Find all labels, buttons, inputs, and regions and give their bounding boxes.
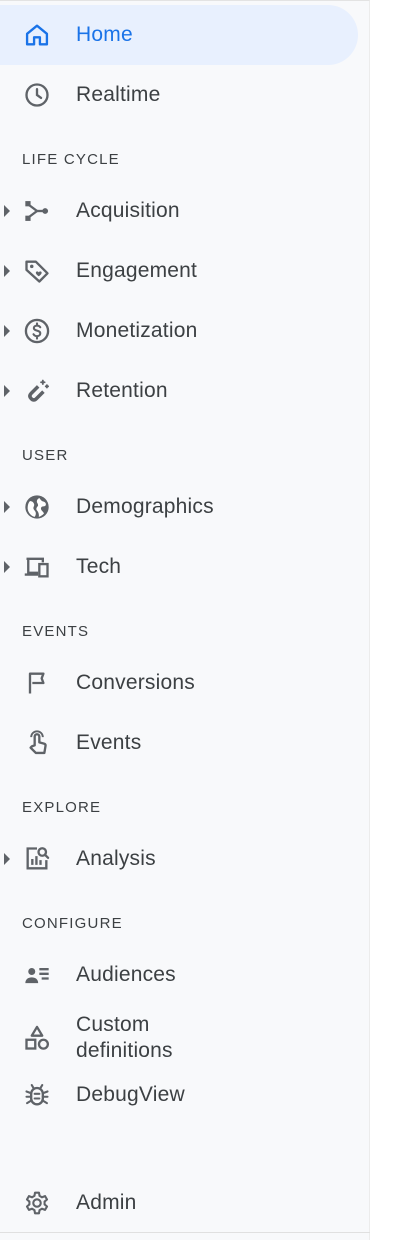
custom-label-line: Custom bbox=[76, 1013, 150, 1036]
section-header-events: EVENTS bbox=[22, 623, 90, 640]
dollar-icon bbox=[22, 316, 52, 346]
branch-icon bbox=[22, 196, 52, 226]
caret-right-icon[interactable] bbox=[4, 205, 10, 217]
nav-item-label: Engagement bbox=[76, 259, 198, 282]
audience-icon bbox=[22, 960, 52, 990]
divider bbox=[0, 1232, 370, 1233]
caret-right-icon[interactable] bbox=[4, 561, 10, 573]
home-icon bbox=[22, 20, 52, 50]
touch-icon bbox=[22, 728, 52, 758]
nav-item-label: Analysis bbox=[76, 847, 156, 870]
nav-item-label: Home bbox=[76, 23, 133, 46]
tag-icon bbox=[22, 256, 52, 286]
nav-item-label: Admin bbox=[76, 1191, 137, 1214]
gear-icon bbox=[22, 1188, 52, 1218]
caret-right-icon[interactable] bbox=[4, 265, 10, 277]
nav-item-debugview[interactable]: DebugView bbox=[0, 1065, 358, 1125]
section-header-explore: EXPLORE bbox=[22, 799, 102, 816]
nav-item-label: Retention bbox=[76, 379, 168, 402]
analysis-icon bbox=[22, 844, 52, 874]
nav-item-conversions[interactable]: Conversions bbox=[0, 653, 358, 713]
nav-item-label: Custom definitions bbox=[76, 1012, 173, 1064]
nav-item-label: Acquisition bbox=[76, 199, 180, 222]
caret-right-icon[interactable] bbox=[4, 501, 10, 513]
globe-icon bbox=[22, 492, 52, 522]
nav-item-admin[interactable]: Admin bbox=[0, 1173, 358, 1233]
nav-item-label: Conversions bbox=[76, 671, 195, 694]
nav-item-label: DebugView bbox=[76, 1083, 185, 1106]
shapes-icon bbox=[22, 1023, 52, 1053]
nav-item-events[interactable]: Events bbox=[0, 713, 358, 773]
devices-icon bbox=[22, 552, 52, 582]
section-header-configure: CONFIGURE bbox=[22, 915, 123, 932]
nav-item-custom-definitions[interactable]: Custom definitions bbox=[0, 1005, 358, 1071]
nav-item-label: Tech bbox=[76, 555, 122, 578]
caret-right-icon[interactable] bbox=[4, 325, 10, 337]
magnet-icon bbox=[22, 376, 52, 406]
nav-item-analysis[interactable]: Analysis bbox=[0, 829, 358, 889]
section-header-user: USER bbox=[22, 447, 69, 464]
nav-item-realtime[interactable]: Realtime bbox=[0, 65, 358, 125]
nav-item-label: Audiences bbox=[76, 963, 176, 986]
section-header-lifecycle: LIFE CYCLE bbox=[22, 151, 120, 168]
nav-item-label: Monetization bbox=[76, 319, 198, 342]
nav-item-retention[interactable]: Retention bbox=[0, 361, 358, 421]
nav-item-demographics[interactable]: Demographics bbox=[0, 477, 358, 537]
flag-icon bbox=[22, 668, 52, 698]
nav-item-label: Events bbox=[76, 731, 142, 754]
definitions-label-line: definitions bbox=[76, 1039, 173, 1062]
nav-item-audiences[interactable]: Audiences bbox=[0, 945, 358, 1005]
nav-item-label: Demographics bbox=[76, 495, 214, 518]
sidebar-nav: Home Realtime LIFE CYCLE Acquisition Eng… bbox=[0, 0, 370, 1240]
caret-right-icon[interactable] bbox=[4, 853, 10, 865]
bug-icon bbox=[22, 1080, 52, 1110]
nav-item-engagement[interactable]: Engagement bbox=[0, 241, 358, 301]
nav-item-monetization[interactable]: Monetization bbox=[0, 301, 358, 361]
nav-item-home[interactable]: Home bbox=[0, 5, 358, 65]
caret-right-icon[interactable] bbox=[4, 385, 10, 397]
nav-item-label: Realtime bbox=[76, 83, 161, 106]
nav-item-tech[interactable]: Tech bbox=[0, 537, 358, 597]
nav-item-acquisition[interactable]: Acquisition bbox=[0, 181, 358, 241]
clock-icon bbox=[22, 80, 52, 110]
